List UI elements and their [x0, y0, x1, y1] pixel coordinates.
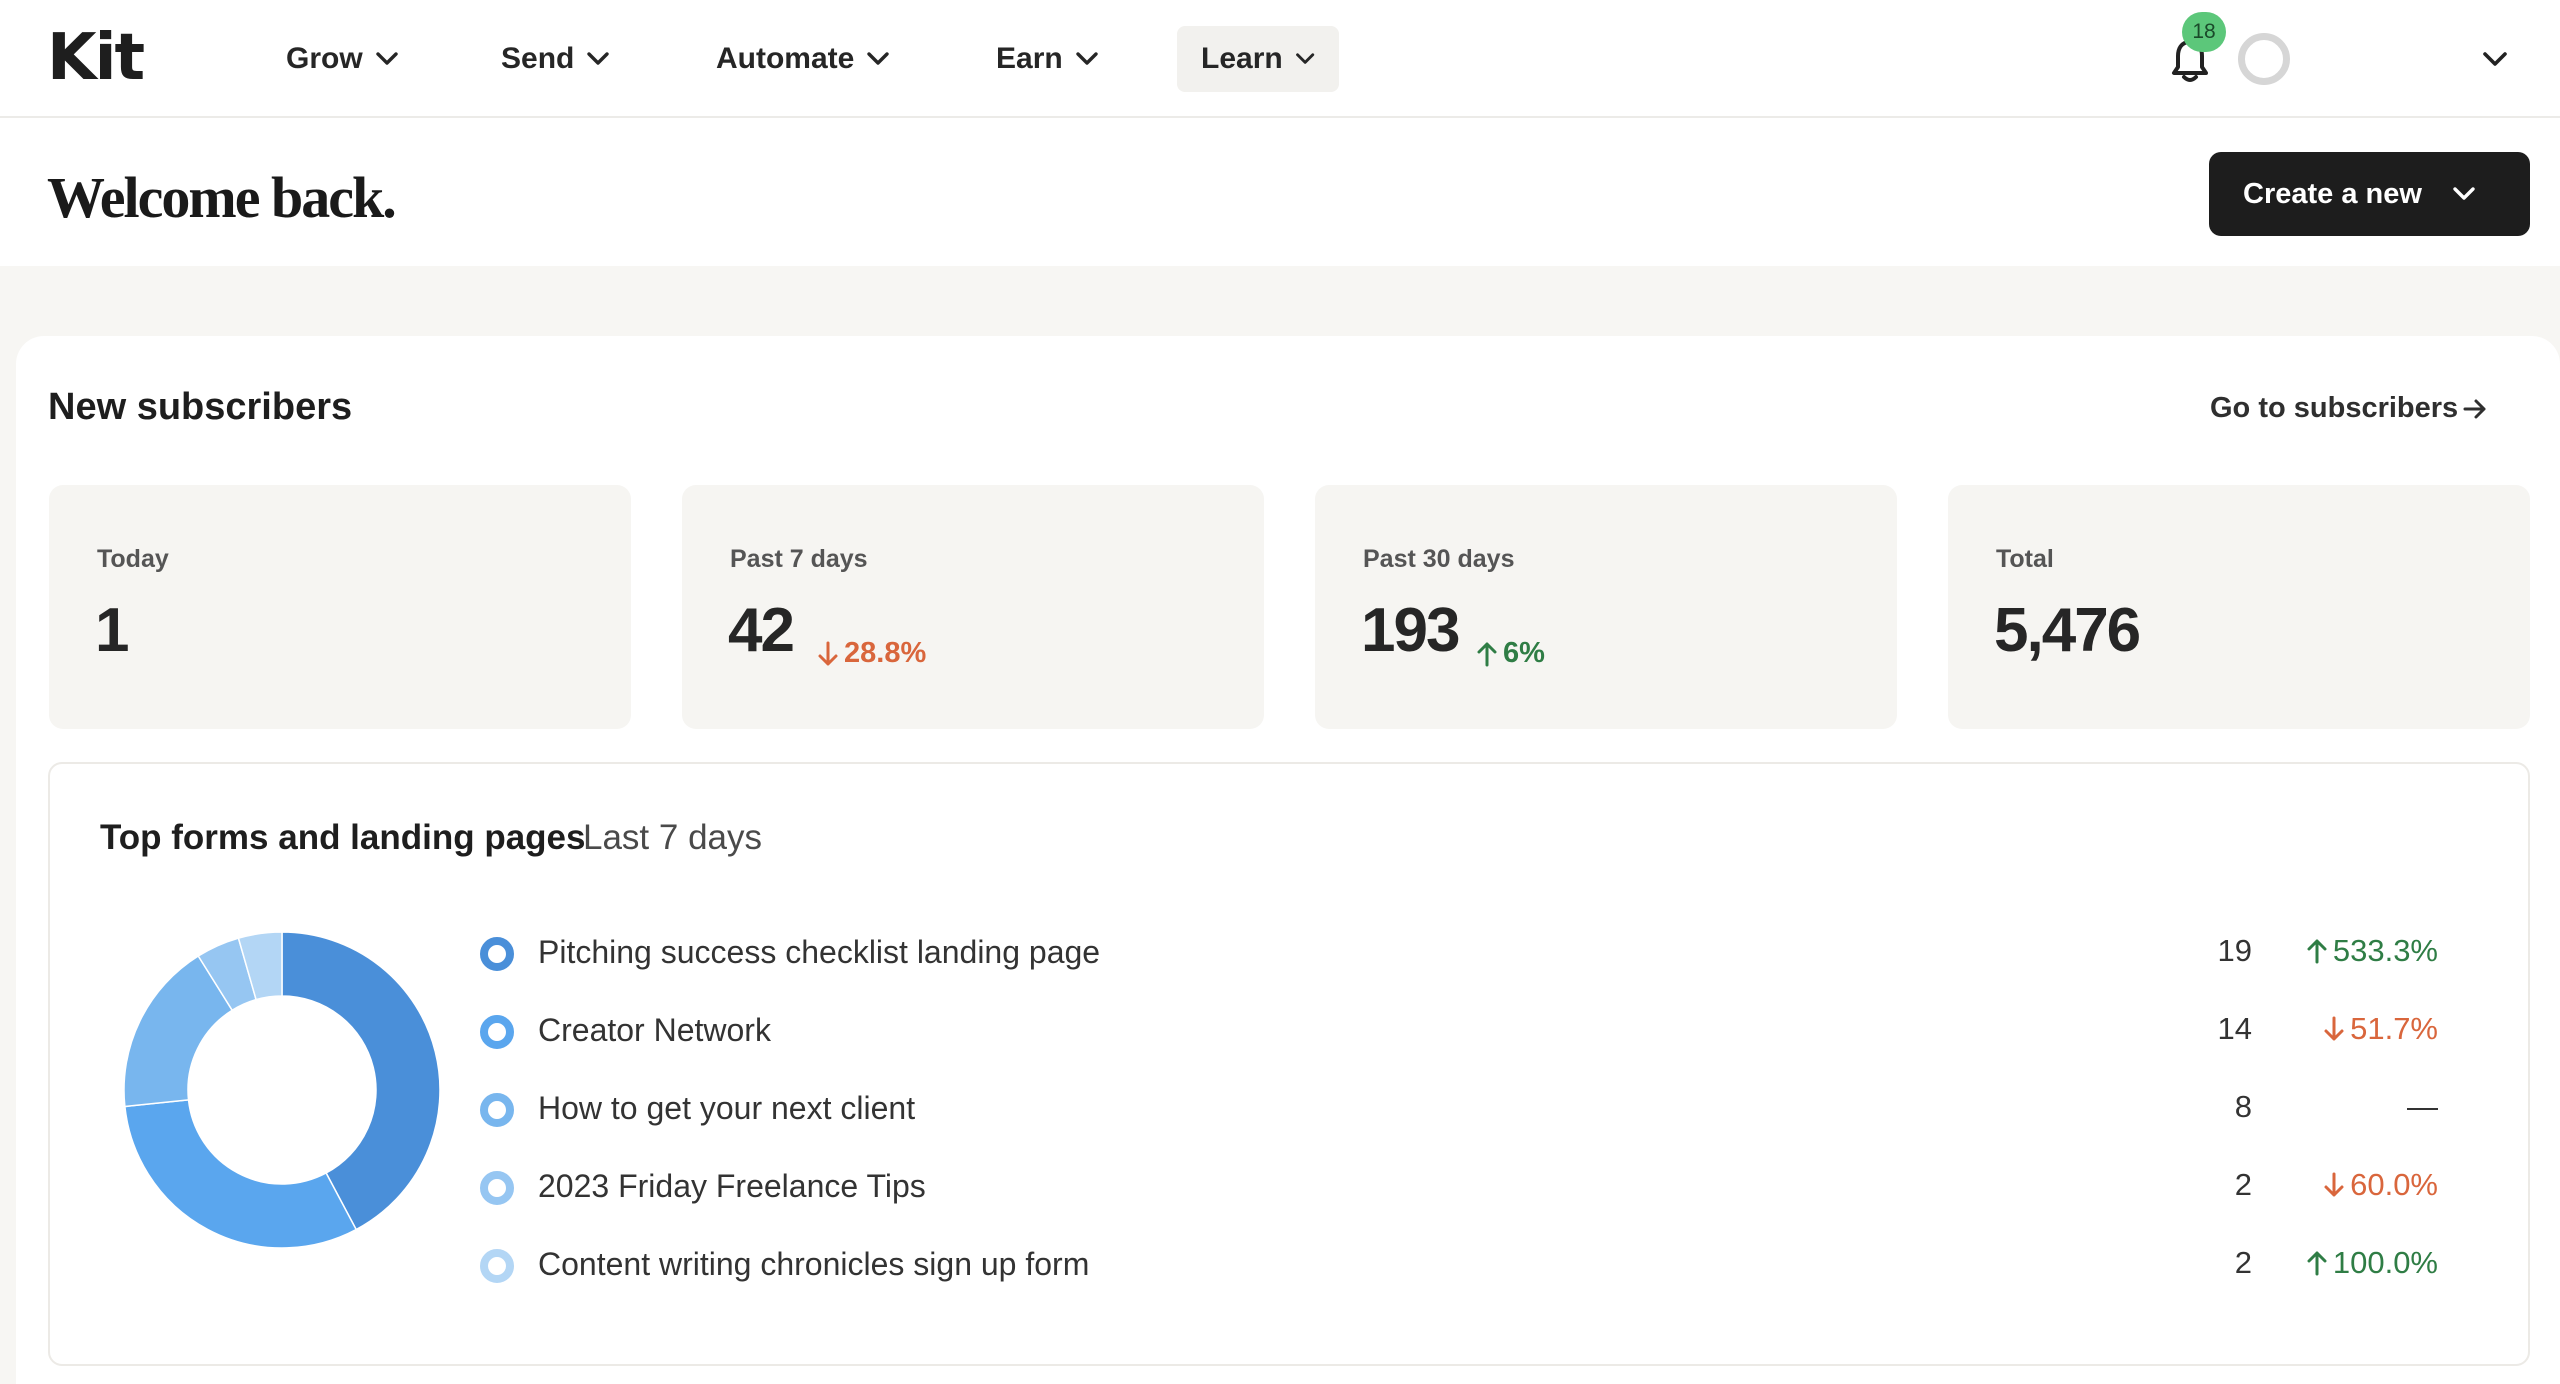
chevron-down-icon [2453, 187, 2475, 200]
stat-label: Past 7 days [730, 545, 868, 573]
nav-automate-label: Automate [716, 42, 855, 75]
form-row[interactable]: How to get your next client 8 — [480, 1077, 2490, 1137]
nav-send[interactable]: Send [477, 26, 634, 92]
chevron-down-icon [867, 52, 890, 65]
form-change-up: 533.3% [2270, 933, 2438, 969]
section-title: New subscribers [48, 386, 353, 428]
chevron-down-icon [1076, 52, 1098, 65]
form-count: 2 [2234, 1167, 2252, 1202]
forms-date-range: Last 7 days [583, 818, 762, 857]
nav-earn[interactable]: Earn [972, 26, 1123, 92]
top-forms-panel: Top forms and landing pages Last 7 days … [48, 762, 2530, 1366]
stat-card-today: Today 1 [49, 485, 631, 729]
arrow-down-icon [2324, 1172, 2344, 1197]
donut-slice [124, 1099, 358, 1249]
stat-value: 42 [728, 596, 795, 665]
top-nav: Kit Grow Send Automate Earn Learn 18 [0, 0, 2560, 118]
create-new-button[interactable]: Create a new [2209, 152, 2530, 236]
arrow-up-icon [2307, 1251, 2327, 1276]
chevron-down-icon [375, 52, 398, 65]
form-change-none: — [2270, 1089, 2438, 1125]
stat-label: Total [1996, 545, 2054, 573]
form-name: How to get your next client [538, 1090, 916, 1126]
nav-learn[interactable]: Learn [1177, 26, 1339, 92]
go-to-subscribers-link[interactable]: Go to subscribers [2210, 392, 2488, 425]
legend-dot [480, 1171, 514, 1205]
stat-change-down: 28.8% [816, 637, 926, 670]
form-row[interactable]: Content writing chronicles sign up form 2… [480, 1233, 2490, 1293]
form-change-up: 100.0% [2270, 1245, 2438, 1281]
stat-card-past-7-days: Past 7 days 42 28.8% [682, 485, 1264, 729]
chevron-down-icon [1295, 53, 1314, 64]
form-change-value: 100.0% [2332, 1245, 2438, 1280]
form-row[interactable]: Creator Network 14 51.7% [480, 999, 2490, 1059]
stat-value: 5,476 [1994, 596, 2141, 665]
stat-card-past-30-days: Past 30 days 193 6% [1315, 485, 1897, 729]
stat-value: 1 [95, 596, 130, 665]
page-title: Welcome back. [47, 165, 397, 230]
kit-logo[interactable]: Kit [47, 26, 145, 90]
form-count: 2 [2234, 1245, 2252, 1280]
arrow-down-icon [818, 641, 838, 665]
nav-automate[interactable]: Automate [692, 26, 914, 92]
stat-change-up: 6% [1475, 637, 1545, 670]
chevron-down-icon [587, 52, 610, 65]
arrow-down-icon [2324, 1016, 2344, 1041]
form-name: 2023 Friday Freelance Tips [538, 1168, 926, 1204]
forms-title: Top forms and landing pages [100, 818, 586, 857]
form-count: 8 [2234, 1089, 2252, 1124]
legend-dot [480, 937, 514, 971]
nav-learn-label: Learn [1201, 42, 1283, 75]
form-name: Content writing chronicles sign up form [538, 1246, 1090, 1282]
form-change-value: 60.0% [2350, 1167, 2438, 1202]
stat-label: Today [97, 545, 169, 573]
legend-dot [480, 1093, 514, 1127]
form-change-down: 51.7% [2270, 1011, 2438, 1047]
stat-card-total: Total 5,476 [1948, 485, 2530, 729]
stat-value: 193 [1361, 596, 1460, 665]
forms-donut-chart [123, 931, 441, 1249]
form-row[interactable]: Pitching success checklist landing page 1… [480, 921, 2490, 981]
form-count: 19 [2217, 933, 2252, 968]
arrow-up-icon [2307, 939, 2327, 964]
stat-label: Past 30 days [1363, 545, 1515, 573]
nav-grow-label: Grow [286, 42, 363, 75]
form-name: Creator Network [538, 1012, 771, 1048]
go-to-subscribers-label: Go to subscribers [2210, 392, 2459, 424]
form-change-value: 533.3% [2332, 933, 2438, 968]
notification-badge: 18 [2182, 12, 2226, 52]
nav-send-label: Send [501, 42, 575, 75]
stat-change-value: 6% [1503, 637, 1545, 669]
nav-earn-label: Earn [996, 42, 1063, 75]
arrow-up-icon [1477, 642, 1497, 666]
form-change-value: 51.7% [2350, 1011, 2438, 1046]
legend-dot [480, 1015, 514, 1049]
form-name: Pitching success checklist landing page [538, 934, 1101, 970]
account-menu-chevron-icon[interactable] [2480, 44, 2510, 74]
arrow-right-icon [2463, 399, 2486, 418]
avatar[interactable] [2238, 33, 2290, 85]
legend-dot [480, 1249, 514, 1283]
form-count: 14 [2217, 1011, 2252, 1046]
form-change-down: 60.0% [2270, 1167, 2438, 1203]
create-new-label: Create a new [2243, 177, 2422, 210]
nav-grow[interactable]: Grow [262, 26, 423, 92]
stat-change-value: 28.8% [844, 637, 927, 669]
form-change-value: — [2407, 1089, 2438, 1124]
form-row[interactable]: 2023 Friday Freelance Tips 2 60.0% [480, 1155, 2490, 1215]
